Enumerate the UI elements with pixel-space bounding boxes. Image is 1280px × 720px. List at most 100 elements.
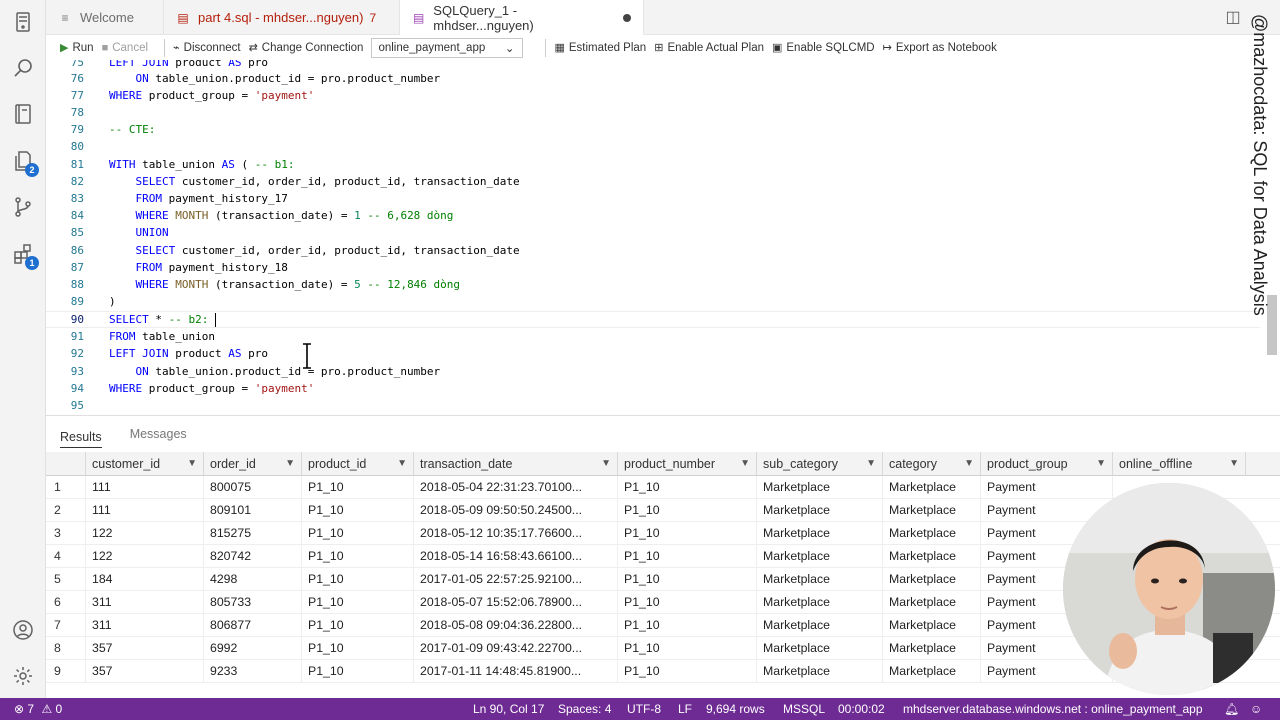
language-mode[interactable]: MSSQL	[783, 698, 825, 720]
explorer-icon[interactable]: 2	[9, 147, 39, 177]
estimated-plan-button[interactable]: ▦ Estimated Plan	[554, 41, 646, 55]
table-cell[interactable]: 815275	[204, 522, 302, 545]
table-cell[interactable]: Marketplace	[757, 637, 883, 660]
table-cell[interactable]: P1_10	[302, 568, 414, 591]
connection-info[interactable]: mhdserver.database.windows.net : online_…	[903, 698, 1203, 720]
table-cell[interactable]: P1_10	[618, 568, 757, 591]
notebook-icon[interactable]	[9, 100, 37, 128]
table-cell[interactable]: 2018-05-08 09:04:36.22800...	[414, 614, 618, 637]
table-cell[interactable]: 9233	[204, 660, 302, 683]
table-cell[interactable]: Marketplace	[757, 545, 883, 568]
code-editor[interactable]: 75 LEFT JOIN product AS pro 76 ON table_…	[46, 60, 1280, 415]
feedback-icon[interactable]: ☺	[1250, 698, 1262, 720]
table-cell[interactable]: P1_10	[618, 499, 757, 522]
table-cell[interactable]: Marketplace	[883, 660, 981, 683]
table-cell[interactable]: P1_10	[618, 637, 757, 660]
column-header[interactable]: order_id ▼	[204, 452, 302, 476]
tab-sqlquery-1[interactable]: ▤ SQLQuery_1 - mhdser...nguyen)	[400, 0, 644, 35]
tab-messages[interactable]: Messages	[130, 416, 187, 452]
table-cell[interactable]: Marketplace	[757, 614, 883, 637]
row-number[interactable]: 6	[46, 591, 86, 614]
table-cell[interactable]: Marketplace	[883, 568, 981, 591]
table-cell[interactable]: Marketplace	[883, 522, 981, 545]
table-cell[interactable]: Marketplace	[757, 568, 883, 591]
table-cell[interactable]: Payment	[981, 476, 1113, 499]
column-header[interactable]: sub_category ▼	[757, 452, 883, 476]
table-cell[interactable]: 806877	[204, 614, 302, 637]
table-cell[interactable]: Marketplace	[757, 522, 883, 545]
database-select[interactable]: online_payment_app ⌄	[371, 37, 524, 58]
row-number[interactable]: 4	[46, 545, 86, 568]
cancel-button[interactable]: ■ Cancel	[102, 42, 148, 54]
tab-results[interactable]: Results	[60, 420, 102, 448]
row-number[interactable]: 2	[46, 499, 86, 522]
unsaved-dot-icon[interactable]	[623, 13, 631, 22]
extensions-icon[interactable]: 1	[9, 240, 39, 270]
account-icon[interactable]	[9, 616, 37, 644]
table-row[interactable]: 1 111 800075 P1_10 2018-05-04 22:31:23.70100…	[46, 476, 1280, 499]
column-header[interactable]: category ▼	[883, 452, 981, 476]
table-cell[interactable]: 2018-05-07 15:52:06.78900...	[414, 591, 618, 614]
table-cell[interactable]: P1_10	[618, 614, 757, 637]
table-cell[interactable]: 2017-01-09 09:43:42.22700...	[414, 637, 618, 660]
source-control-icon[interactable]	[9, 193, 37, 221]
table-cell[interactable]: 2018-05-12 10:35:17.76600...	[414, 522, 618, 545]
table-cell[interactable]: 800075	[204, 476, 302, 499]
enable-actual-plan-button[interactable]: ⊞ Enable Actual Plan	[654, 41, 764, 55]
table-cell[interactable]: P1_10	[618, 660, 757, 683]
notifications-icon[interactable]: 🔔︎	[1224, 698, 1239, 720]
export-notebook-button[interactable]: ↦ Export as Notebook	[883, 41, 997, 55]
column-header[interactable]: product_id ▼	[302, 452, 414, 476]
run-button[interactable]: ▶ Run	[60, 41, 94, 55]
table-cell[interactable]: P1_10	[302, 499, 414, 522]
table-cell[interactable]: Marketplace	[757, 499, 883, 522]
table-cell[interactable]: 122	[86, 545, 204, 568]
tab-welcome[interactable]: ≡ Welcome	[46, 0, 164, 35]
cursor-position[interactable]: Ln 90, Col 17	[473, 698, 544, 720]
change-connection-button[interactable]: ⇄ Change Connection	[249, 41, 364, 55]
table-cell[interactable]: Marketplace	[883, 499, 981, 522]
row-number[interactable]: 1	[46, 476, 86, 499]
table-cell[interactable]: Marketplace	[883, 591, 981, 614]
table-cell[interactable]: P1_10	[302, 614, 414, 637]
servers-icon[interactable]	[9, 8, 37, 36]
table-cell[interactable]: P1_10	[302, 522, 414, 545]
table-cell[interactable]: P1_10	[618, 545, 757, 568]
table-cell[interactable]: 357	[86, 660, 204, 683]
table-cell[interactable]: P1_10	[302, 637, 414, 660]
column-header[interactable]: online_offline ▼	[1113, 452, 1246, 476]
row-number[interactable]: 5	[46, 568, 86, 591]
table-cell[interactable]: Marketplace	[883, 476, 981, 499]
row-number[interactable]: 8	[46, 637, 86, 660]
table-cell[interactable]: Marketplace	[883, 545, 981, 568]
column-header[interactable]: product_number ▼	[618, 452, 757, 476]
table-cell[interactable]: P1_10	[618, 476, 757, 499]
indentation[interactable]: Spaces: 4	[558, 698, 611, 720]
settings-gear-icon[interactable]	[9, 662, 37, 690]
line-ending[interactable]: LF	[678, 698, 692, 720]
table-cell[interactable]: P1_10	[302, 591, 414, 614]
table-cell[interactable]: 311	[86, 591, 204, 614]
column-header[interactable]: product_group ▼	[981, 452, 1113, 476]
table-cell[interactable]: 2017-01-11 14:48:45.81900...	[414, 660, 618, 683]
column-header[interactable]: transaction_date ▼	[414, 452, 618, 476]
table-cell[interactable]: 809101	[204, 499, 302, 522]
table-cell[interactable]: 311	[86, 614, 204, 637]
table-cell[interactable]: 111	[86, 476, 204, 499]
row-number[interactable]: 7	[46, 614, 86, 637]
table-cell[interactable]: 122	[86, 522, 204, 545]
table-cell[interactable]: Marketplace	[883, 614, 981, 637]
split-editor-icon[interactable]: ◫	[1224, 8, 1242, 26]
table-cell[interactable]: Marketplace	[757, 591, 883, 614]
row-number[interactable]: 9	[46, 660, 86, 683]
table-cell[interactable]: P1_10	[302, 476, 414, 499]
table-cell[interactable]: 2018-05-14 16:58:43.66100...	[414, 545, 618, 568]
table-cell[interactable]: 2018-05-09 09:50:50.24500...	[414, 499, 618, 522]
table-cell[interactable]: P1_10	[302, 660, 414, 683]
table-cell[interactable]: 2017-01-05 22:57:25.92100...	[414, 568, 618, 591]
column-header[interactable]: customer_id ▼	[86, 452, 204, 476]
table-cell[interactable]: 184	[86, 568, 204, 591]
table-cell[interactable]: Marketplace	[757, 660, 883, 683]
search-icon[interactable]	[9, 54, 37, 82]
table-cell[interactable]: 6992	[204, 637, 302, 660]
